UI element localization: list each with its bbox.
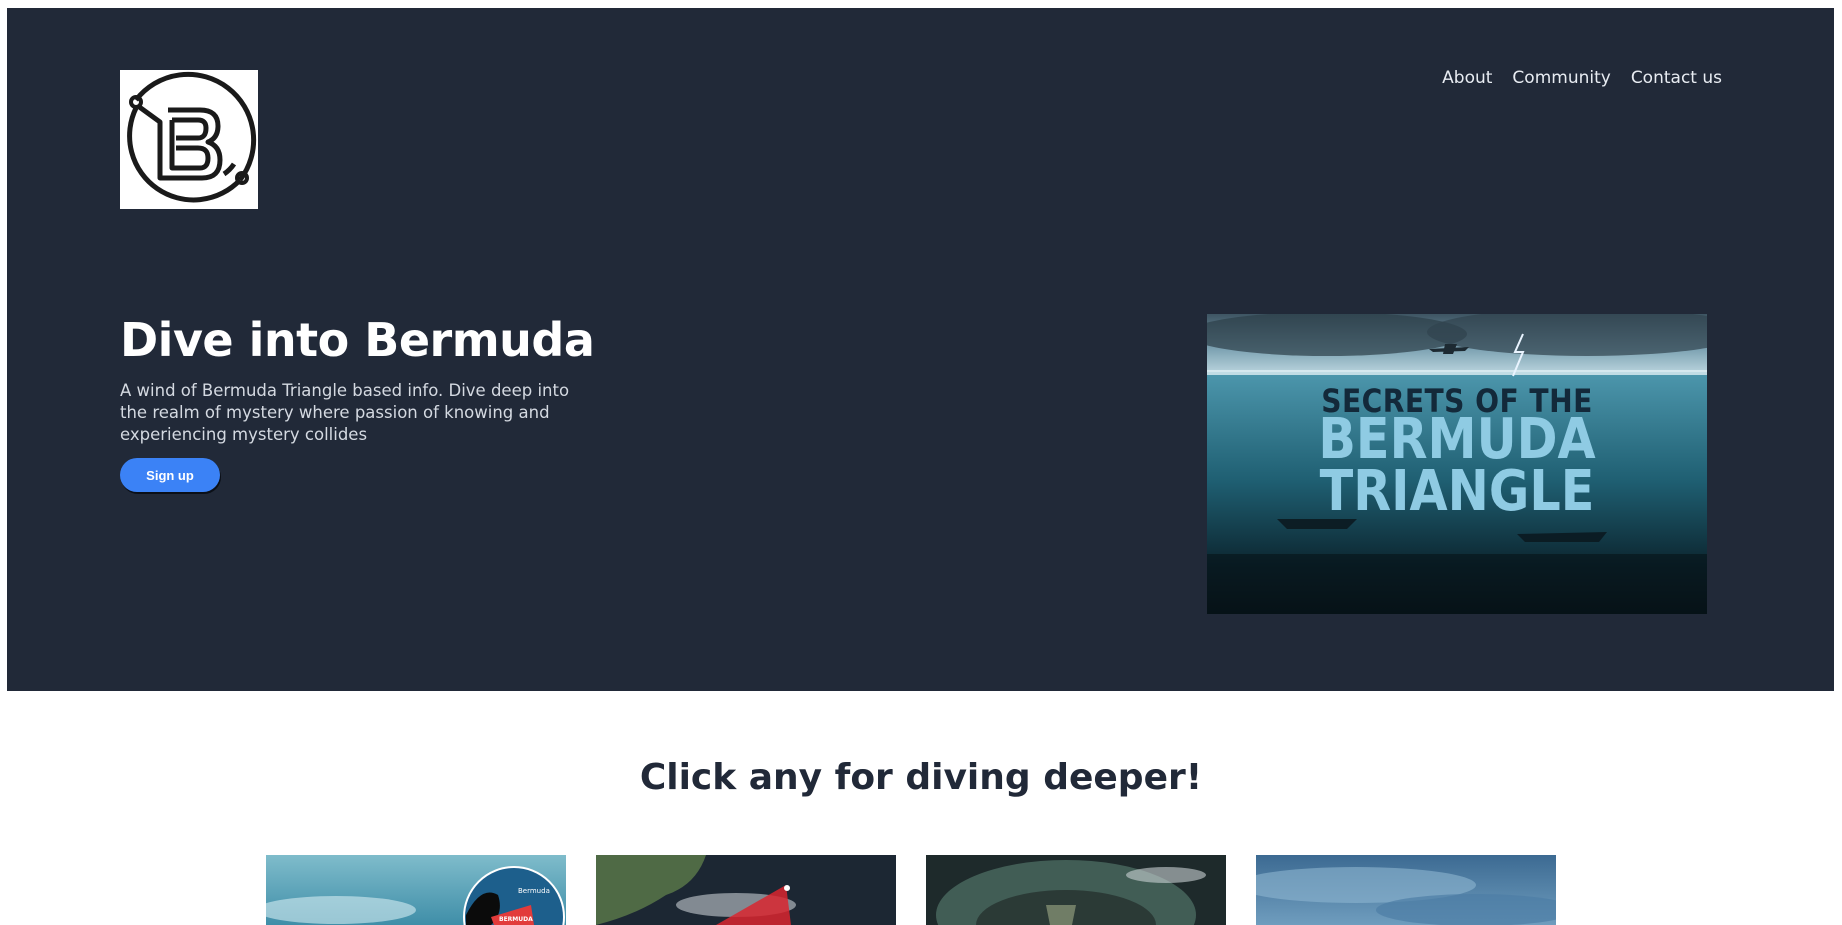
nav-about-link[interactable]: About bbox=[1442, 68, 1492, 88]
card-map[interactable]: Bermuda BERMUDA bbox=[266, 855, 566, 925]
poster-line-3: TRIANGLE bbox=[1319, 459, 1595, 524]
section-title: Click any for diving deeper! bbox=[639, 757, 1203, 798]
nav-contact-link[interactable]: Contact us bbox=[1631, 68, 1722, 88]
hero-description: A wind of Bermuda Triangle based info. D… bbox=[120, 381, 570, 444]
site-logo[interactable] bbox=[120, 70, 258, 209]
card-map-label: Bermuda bbox=[518, 887, 550, 895]
main-nav: About Community Contact us bbox=[1442, 68, 1722, 88]
card-map-badge: BERMUDA bbox=[499, 916, 533, 923]
card-grid: Bermuda BERMUDA bbox=[266, 855, 1556, 925]
hero-title: Dive into Bermuda bbox=[120, 313, 595, 367]
signup-button[interactable]: Sign up bbox=[120, 458, 220, 492]
card-sky[interactable] bbox=[1256, 855, 1556, 925]
logo-b-icon bbox=[127, 71, 257, 203]
nav-community-link[interactable]: Community bbox=[1512, 68, 1610, 88]
card-satellite[interactable] bbox=[596, 855, 896, 925]
card-storm[interactable] bbox=[926, 855, 1226, 925]
hero-poster-image: SECRETS OF THE BERMUDA TRIANGLE bbox=[1207, 314, 1707, 614]
